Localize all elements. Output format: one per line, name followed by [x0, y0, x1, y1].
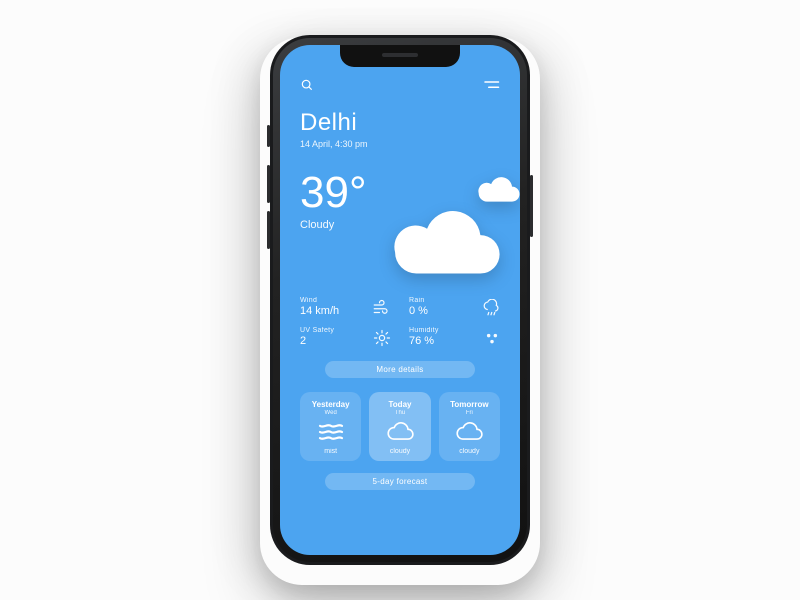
cloud-small-icon: [472, 177, 520, 212]
day-cards: Yesterday Wed mist Today Thu: [300, 392, 500, 461]
rain-icon: [482, 299, 500, 317]
day-date: Wed: [325, 410, 337, 416]
day-card-tomorrow[interactable]: Tomorrow Fri cloudy: [439, 392, 500, 461]
wind-icon: [371, 299, 391, 317]
menu-icon[interactable]: [482, 79, 500, 91]
search-icon[interactable]: [300, 78, 314, 92]
uv-value: 2: [300, 335, 334, 347]
mist-icon: [316, 420, 346, 444]
day-card-yesterday[interactable]: Yesterday Wed mist: [300, 392, 361, 461]
day-card-today[interactable]: Today Thu cloudy: [369, 392, 430, 461]
metric-uv: UV Safety 2: [300, 327, 391, 347]
day-date: Thu: [395, 410, 405, 416]
more-details-button[interactable]: More details: [325, 361, 475, 378]
sun-icon: [373, 329, 391, 347]
rain-label: Rain: [409, 297, 428, 304]
day-date: Fri: [466, 410, 473, 416]
humidity-label: Humidity: [409, 327, 439, 334]
wind-label: Wind: [300, 297, 339, 304]
uv-label: UV Safety: [300, 327, 334, 334]
day-title: Today: [389, 400, 412, 409]
datetime-label: 14 April, 4:30 pm: [300, 139, 500, 149]
wind-value: 14 km/h: [300, 305, 339, 317]
rain-value: 0 %: [409, 305, 428, 317]
metrics-grid: Wind 14 km/h Rain 0 %: [300, 297, 500, 347]
humidity-icon: [484, 331, 500, 347]
metric-rain: Rain 0 %: [409, 297, 500, 317]
day-condition: mist: [324, 448, 337, 455]
cloud-large-icon: [378, 211, 506, 292]
metric-humidity: Humidity 76 %: [409, 327, 500, 347]
temperature: 39°: [300, 171, 500, 215]
forecast-button[interactable]: 5-day forecast: [325, 473, 475, 490]
cloud-icon: [453, 420, 485, 444]
day-condition: cloudy: [459, 448, 479, 455]
cloud-icon: [384, 420, 416, 444]
phone-frame: Delhi 14 April, 4:30 pm 39° Cloudy: [270, 35, 530, 565]
day-title: Yesterday: [312, 400, 350, 409]
day-title: Tomorrow: [450, 400, 489, 409]
location-header: Delhi 14 April, 4:30 pm: [300, 109, 500, 149]
metric-wind: Wind 14 km/h: [300, 297, 391, 317]
city-name: Delhi: [300, 109, 500, 137]
app-screen: Delhi 14 April, 4:30 pm 39° Cloudy: [280, 45, 520, 555]
humidity-value: 76 %: [409, 335, 439, 347]
day-condition: cloudy: [390, 448, 410, 455]
